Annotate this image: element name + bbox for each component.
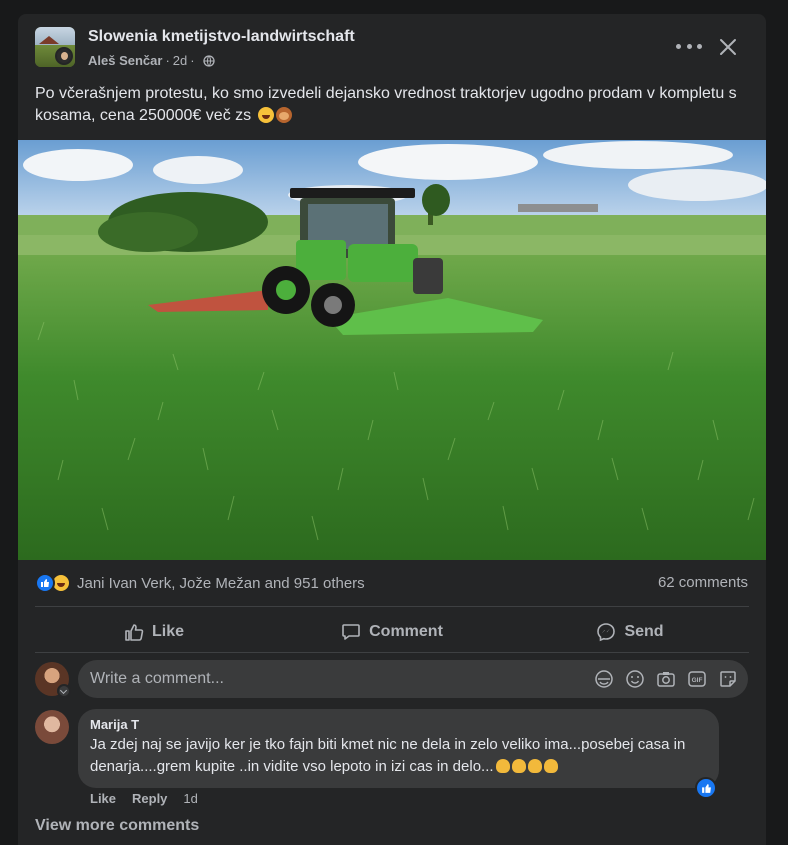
globe-icon xyxy=(202,54,215,67)
send-label: Send xyxy=(624,623,664,640)
sticker-icon[interactable] xyxy=(718,669,738,689)
comment-like-reaction-icon[interactable] xyxy=(695,777,717,799)
reactions-summary[interactable]: Jani Ivan Verk, Jože Mežan and 951 other… xyxy=(35,573,365,593)
comment-button[interactable]: Comment xyxy=(273,610,511,654)
comment-input-tools: GIF xyxy=(583,669,738,689)
ok-hand-emoji xyxy=(543,759,558,773)
commenter-avatar[interactable] xyxy=(35,710,69,744)
group-name[interactable]: Slowenia kmetijstvo-landwirtschaft xyxy=(88,28,355,46)
comment-text-content: Ja zdej naj se javijo ker je tko fajn bi… xyxy=(90,736,686,775)
reactors-text: Jani Ivan Verk, Jože Mežan and 951 other… xyxy=(77,574,365,592)
action-bar: Like Comment Send xyxy=(35,610,749,654)
group-avatar[interactable] xyxy=(35,27,75,67)
chevron-down-icon[interactable] xyxy=(57,684,71,698)
comment-reply-link[interactable]: Reply xyxy=(132,791,167,806)
like-label: Like xyxy=(151,623,184,640)
view-more-comments[interactable]: View more comments xyxy=(35,817,199,835)
laughing-emoji xyxy=(257,107,274,123)
comment-label: Comment xyxy=(369,623,443,640)
comment-text: Ja zdej naj se javijo ker je tko fajn bi… xyxy=(90,734,707,778)
comment-input[interactable]: Write a comment... GIF xyxy=(78,660,748,698)
close-icon[interactable] xyxy=(718,37,738,57)
like-reaction-icon xyxy=(35,573,55,593)
ok-hand-emoji xyxy=(511,759,526,773)
tractor-field-image xyxy=(18,140,766,560)
author-name[interactable]: Aleš Senčar xyxy=(88,53,162,68)
thumbs-up-icon xyxy=(125,624,144,641)
ok-hand-emoji xyxy=(495,759,510,773)
post-text-content: Po včerašnjem protestu, ko smo izvedeli … xyxy=(35,85,737,124)
post-card: Slowenia kmetijstvo-landwirtschaft Aleš … xyxy=(18,14,766,845)
post-subtitle: Aleš Senčar · 2d · xyxy=(88,53,215,68)
divider xyxy=(35,606,749,607)
author-mini-avatar xyxy=(55,47,73,65)
send-button[interactable]: Send xyxy=(511,610,749,654)
post-photo[interactable] xyxy=(18,140,766,560)
monkey-emoji xyxy=(275,107,292,123)
emoji-icon[interactable] xyxy=(625,669,645,689)
divider xyxy=(35,652,749,653)
like-button[interactable]: Like xyxy=(35,610,273,654)
more-options-icon[interactable] xyxy=(676,40,702,52)
comment-icon xyxy=(342,624,360,640)
avatar-sticker-icon[interactable] xyxy=(594,669,614,689)
commenter-name[interactable]: Marija T xyxy=(90,717,707,732)
messenger-icon xyxy=(597,623,616,642)
comment-like-link[interactable]: Like xyxy=(90,791,116,806)
comment-bubble: Marija T Ja zdej naj se javijo ker je tk… xyxy=(78,709,719,788)
comment-input-placeholder: Write a comment... xyxy=(90,670,224,687)
ok-hand-emoji xyxy=(527,759,542,773)
camera-icon[interactable] xyxy=(656,669,676,689)
comments-count[interactable]: 62 comments xyxy=(658,574,748,591)
svg-text:GIF: GIF xyxy=(692,677,703,684)
gif-icon[interactable]: GIF xyxy=(687,669,707,689)
post-text: Po včerašnjem protestu, ko smo izvedeli … xyxy=(35,83,755,127)
comment-meta: Like Reply 1d xyxy=(90,791,198,806)
comment-time[interactable]: 1d xyxy=(183,791,197,806)
post-time[interactable]: 2d xyxy=(173,53,187,68)
